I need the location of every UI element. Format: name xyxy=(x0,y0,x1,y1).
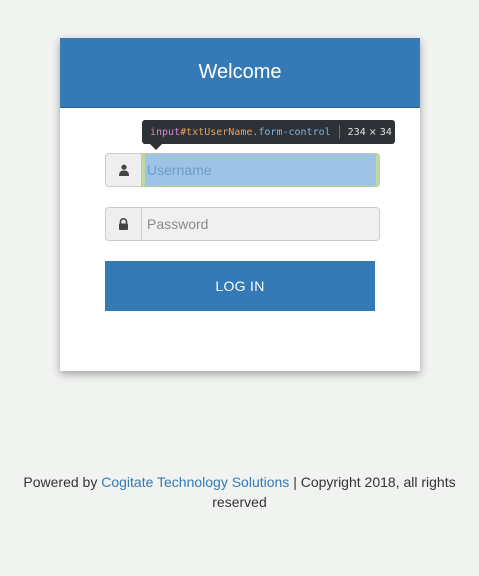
login-button[interactable]: LOG IN xyxy=(105,261,375,311)
page-title: Welcome xyxy=(198,61,282,83)
tooltip-size: 234 × 34 xyxy=(347,126,392,138)
tooltip-id: #txtUserName xyxy=(180,126,253,138)
company-link[interactable]: Cogitate Technology Solutions xyxy=(101,474,289,490)
user-icon-addon xyxy=(105,153,142,187)
footer-prefix: Powered by xyxy=(23,474,102,490)
username-input-group xyxy=(105,153,380,187)
devtools-element-tooltip: input #txtUserName .form-control 234 × 34 xyxy=(142,120,395,150)
login-card: Welcome LOG IN xyxy=(60,38,420,371)
username-input[interactable] xyxy=(141,153,380,187)
footer-suffix: | Copyright 2018, all rights xyxy=(289,474,456,490)
password-input-group xyxy=(105,207,380,241)
footer-line-2: reserved xyxy=(212,494,267,510)
lock-icon-addon xyxy=(105,207,142,241)
user-icon xyxy=(118,164,129,176)
card-header: Welcome xyxy=(60,38,420,108)
tooltip-tag: input xyxy=(150,126,181,138)
tooltip-divider xyxy=(338,125,340,139)
footer-line-1: Powered by Cogitate Technology Solutions… xyxy=(0,472,479,492)
lock-icon xyxy=(119,218,128,230)
tooltip-class: .form-control xyxy=(252,126,331,138)
password-input[interactable] xyxy=(141,207,380,241)
footer: Powered by Cogitate Technology Solutions… xyxy=(0,472,479,512)
